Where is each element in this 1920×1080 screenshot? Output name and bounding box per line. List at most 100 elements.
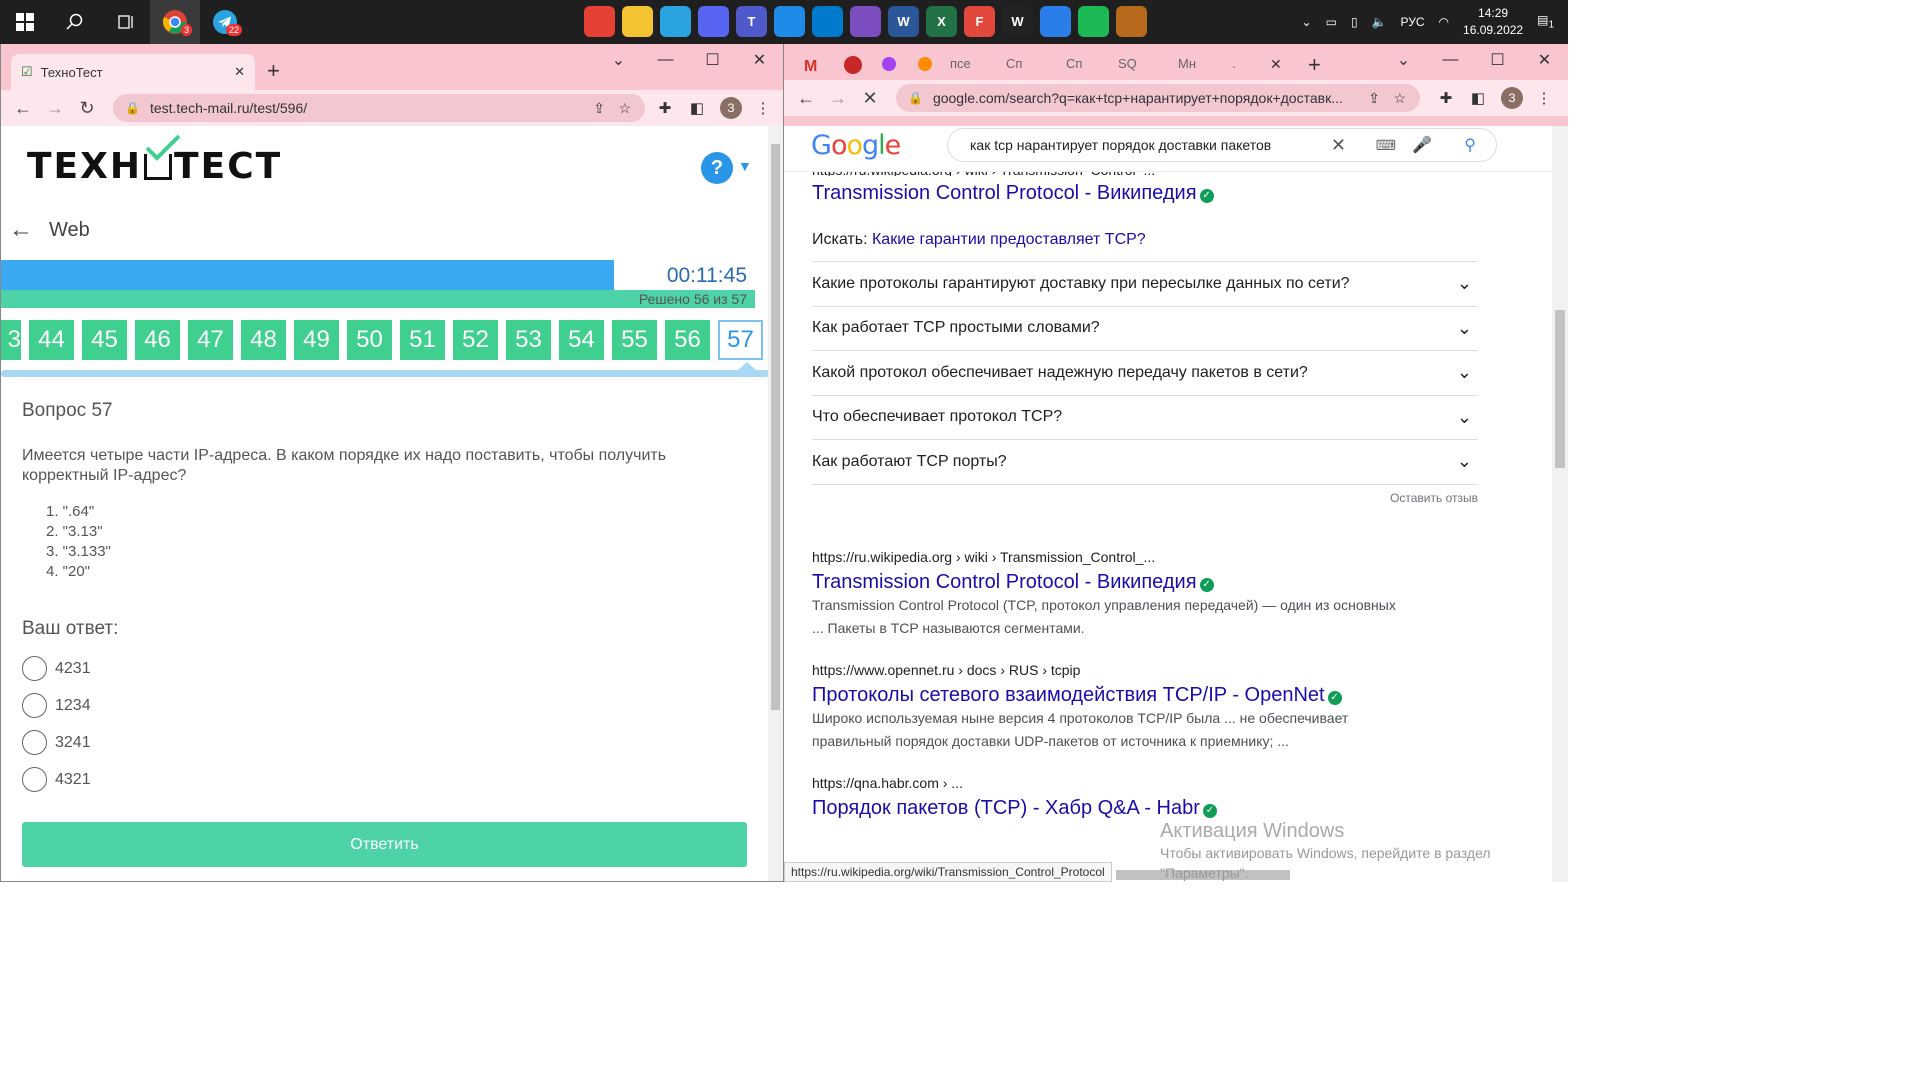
chevron-down-icon[interactable]: ▼	[738, 158, 752, 174]
question-number[interactable]: 55	[612, 320, 657, 360]
app-blue-dots-icon[interactable]	[1040, 6, 1071, 37]
keyboard-icon[interactable]: ⌨	[1376, 137, 1396, 154]
search-box[interactable]: как tcp нарантирует порядок доставки пак…	[947, 128, 1497, 162]
menu-icon[interactable]: ⋮	[749, 94, 777, 122]
language-indicator[interactable]: РУС	[1401, 15, 1425, 29]
bookmark-star-icon[interactable]: ☆	[618, 100, 631, 117]
sidepanel-icon[interactable]: ◧	[683, 94, 711, 122]
close-tab-icon[interactable]: ✕	[234, 64, 245, 80]
paa-question[interactable]: Как работают TCP порты? ⌄	[812, 439, 1478, 484]
result-url[interactable]: https://www.opennet.ru › docs › RUS › tc…	[812, 662, 1492, 678]
visual-studio-icon[interactable]	[850, 6, 881, 37]
search-also-link[interactable]: Какие гарантии предоставляет TCP?	[872, 231, 1146, 248]
question-number[interactable]: 46	[135, 320, 180, 360]
wifi-icon[interactable]: ◠	[1439, 15, 1449, 29]
share-icon[interactable]: ⇪	[1368, 90, 1380, 107]
sidepanel-icon[interactable]: ◧	[1464, 84, 1492, 112]
question-nav-scrollbar[interactable]	[1, 370, 769, 377]
stop-loading-icon[interactable]: ✕	[854, 82, 886, 114]
telegram-icon[interactable]	[660, 6, 691, 37]
vscode-icon[interactable]	[812, 6, 843, 37]
result-url[interactable]: https://qna.habr.com › ...	[812, 775, 1492, 791]
notification-icon[interactable]: ▤1	[1537, 13, 1554, 30]
excel-icon[interactable]: X	[926, 6, 957, 37]
submit-button[interactable]: Ответить	[22, 822, 747, 867]
teams-icon[interactable]: T	[736, 6, 767, 37]
browser-tab[interactable]: Мн	[1178, 56, 1196, 71]
word-icon[interactable]: W	[888, 6, 919, 37]
battery-icon[interactable]: ▭	[1326, 15, 1337, 29]
menu-icon[interactable]: ⋮	[1530, 84, 1558, 112]
microphone-icon[interactable]: 🎤	[1412, 135, 1432, 155]
back-icon[interactable]: ←	[790, 82, 822, 114]
scrollbar-thumb[interactable]	[771, 144, 780, 710]
paa-question[interactable]: Что обеспечивает протокол TCP? ⌄	[812, 394, 1478, 440]
question-number[interactable]: 52	[453, 320, 498, 360]
question-number[interactable]: 45	[82, 320, 127, 360]
back-arrow-icon[interactable]: ←	[9, 216, 33, 244]
radio-button[interactable]	[22, 693, 47, 718]
answer-option[interactable]: 1234	[22, 693, 91, 718]
explorer-icon[interactable]	[622, 6, 653, 37]
maximize-button[interactable]: ☐	[1474, 44, 1521, 76]
chrome-icon[interactable]	[584, 6, 615, 37]
browser-tab[interactable]: Сп	[1066, 56, 1082, 71]
question-number[interactable]: 54	[559, 320, 604, 360]
question-number[interactable]: 49	[294, 320, 339, 360]
result-url[interactable]: https://ru.wikipedia.org › wiki › Transm…	[812, 549, 1492, 565]
help-button[interactable]: ?	[701, 152, 733, 184]
paa-question[interactable]: Какие протоколы гарантируют доставку при…	[812, 261, 1478, 306]
back-icon[interactable]: ←	[7, 92, 39, 124]
clear-icon[interactable]: ✕	[1331, 135, 1346, 156]
volume-icon[interactable]: 🔈	[1372, 15, 1387, 29]
screen-tool-icon[interactable]	[774, 6, 805, 37]
browser-tab[interactable]: SQ	[1118, 56, 1137, 71]
question-number[interactable]: 50	[347, 320, 392, 360]
gmail-tab-icon[interactable]: M	[804, 58, 817, 76]
tab-favicon-orange[interactable]	[918, 57, 932, 71]
result-title[interactable]: Transmission Control Protocol - Википеди…	[812, 182, 1492, 205]
tab-technotest[interactable]: ☑ ТехноТест ✕	[11, 54, 255, 90]
question-number[interactable]: 48	[241, 320, 286, 360]
task-view-button[interactable]	[100, 0, 150, 44]
omnibox[interactable]: 🔒 test.tech-mail.ru/test/596/ ⇪ ☆	[113, 94, 645, 122]
webstorm-icon[interactable]: W	[1002, 6, 1033, 37]
share-icon[interactable]: ⇪	[593, 100, 605, 117]
radio-button[interactable]	[22, 767, 47, 792]
tab-search-icon[interactable]: ⌄	[595, 44, 642, 76]
profile-button[interactable]: З	[1498, 84, 1526, 112]
spotify-icon[interactable]	[1078, 6, 1109, 37]
extensions-icon[interactable]: ✚	[1432, 84, 1460, 112]
forward-icon[interactable]: →	[39, 92, 71, 124]
clock[interactable]: 14:29 16.09.2022	[1463, 5, 1523, 39]
question-number[interactable]: 47	[188, 320, 233, 360]
search-icon[interactable]: ⚲	[1464, 135, 1476, 155]
minimize-button[interactable]: —	[642, 44, 689, 76]
answer-option[interactable]: 4321	[22, 767, 91, 792]
scrollbar-thumb[interactable]	[1555, 310, 1565, 468]
question-number[interactable]: 3	[1, 320, 21, 360]
answer-option[interactable]: 3241	[22, 730, 91, 755]
new-tab-button[interactable]: +	[267, 58, 280, 84]
page-scrollbar[interactable]	[1552, 126, 1568, 882]
paa-question[interactable]: Какой протокол обеспечивает надежную пер…	[812, 350, 1478, 395]
page-scrollbar[interactable]	[768, 126, 783, 881]
chevron-up-icon[interactable]: ⌄	[1302, 15, 1312, 29]
close-tab-icon[interactable]: ✕	[1270, 56, 1282, 73]
question-number[interactable]: 57	[718, 320, 763, 360]
taskbar-telegram[interactable]: 22	[200, 0, 250, 44]
question-number[interactable]: 44	[29, 320, 74, 360]
foxit-icon[interactable]: F	[964, 6, 995, 37]
discord-icon[interactable]	[698, 6, 729, 37]
profile-button[interactable]: З	[717, 94, 745, 122]
search-button[interactable]	[50, 0, 100, 44]
new-tab-button[interactable]: +	[1308, 52, 1321, 78]
tab-favicon-purple[interactable]	[882, 57, 896, 71]
start-button[interactable]	[0, 0, 50, 44]
minimize-button[interactable]: —	[1427, 44, 1474, 76]
close-window-button[interactable]: ✕	[736, 44, 783, 76]
result-title[interactable]: Протоколы сетевого взаимодействия TCP/IP…	[812, 684, 1492, 707]
question-number[interactable]: 56	[665, 320, 710, 360]
question-number[interactable]: 51	[400, 320, 445, 360]
tab-search-icon[interactable]: ⌄	[1380, 44, 1427, 76]
